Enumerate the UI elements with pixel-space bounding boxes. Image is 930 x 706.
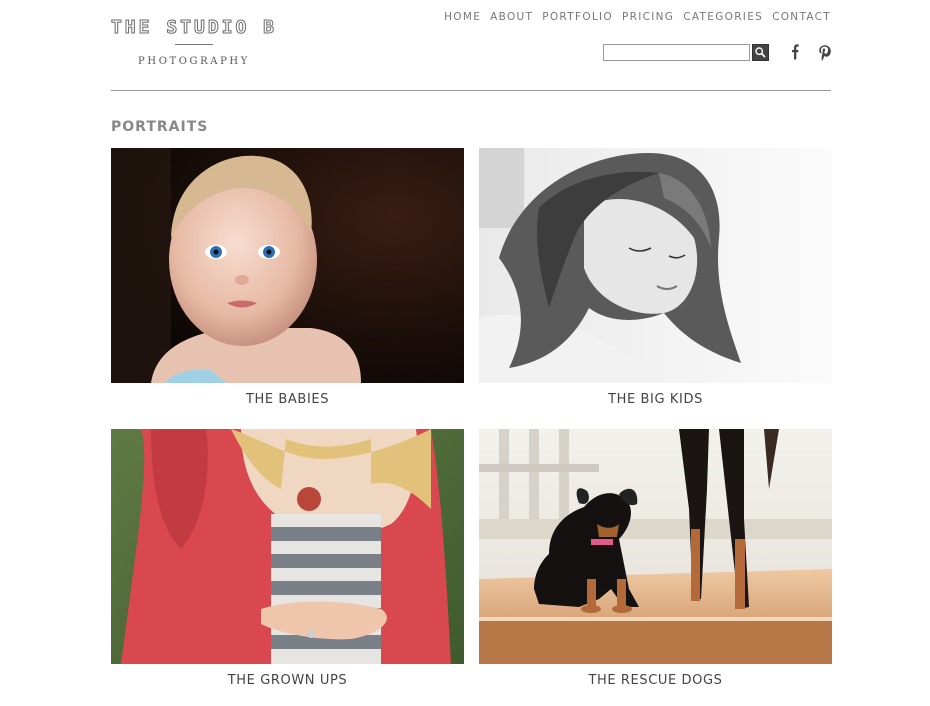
search-form	[603, 44, 769, 61]
nav-about[interactable]: ABOUT	[490, 11, 533, 23]
facebook-icon[interactable]	[789, 43, 801, 63]
logo-subtitle: PHOTOGRAPHY	[138, 56, 250, 67]
main-nav: HOME ABOUT PORTFOLIO PRICING CATEGORIES …	[444, 11, 831, 23]
maternity-photo[interactable]	[111, 429, 464, 664]
nav-portfolio[interactable]: PORTFOLIO	[542, 11, 613, 23]
gallery-card-grown-ups[interactable]: THE GROWN UPS	[111, 429, 464, 688]
nav-categories[interactable]: CATEGORIES	[683, 11, 763, 23]
gallery-caption[interactable]: THE BABIES	[111, 392, 464, 407]
gallery-card-babies[interactable]: THE BABIES	[111, 148, 464, 407]
nav-contact[interactable]: CONTACT	[772, 11, 831, 23]
search-button[interactable]	[752, 44, 769, 61]
gallery-caption[interactable]: THE BIG KIDS	[479, 392, 832, 407]
nav-home[interactable]: HOME	[444, 11, 481, 23]
gallery-caption[interactable]: THE GROWN UPS	[111, 673, 464, 688]
girl-black-white-photo[interactable]	[479, 148, 832, 383]
search-input[interactable]	[603, 44, 750, 61]
gallery-caption[interactable]: THE RESCUE DOGS	[479, 673, 832, 688]
puppy-dog-photo[interactable]	[479, 429, 832, 664]
header-divider	[111, 90, 831, 91]
gallery-card-big-kids[interactable]: THE BIG KIDS	[479, 148, 832, 407]
site-logo[interactable]: THE STUDIO B PHOTOGRAPHY	[110, 14, 278, 68]
baby-portrait-photo[interactable]	[111, 148, 464, 383]
pinterest-icon[interactable]	[817, 44, 833, 62]
nav-pricing[interactable]: PRICING	[622, 11, 674, 23]
logo-divider	[175, 44, 213, 45]
gallery-card-rescue-dogs[interactable]: THE RESCUE DOGS	[479, 429, 832, 688]
page-title: PORTRAITS	[111, 119, 209, 135]
search-icon	[755, 47, 766, 58]
logo-title: THE STUDIO B	[110, 17, 278, 39]
